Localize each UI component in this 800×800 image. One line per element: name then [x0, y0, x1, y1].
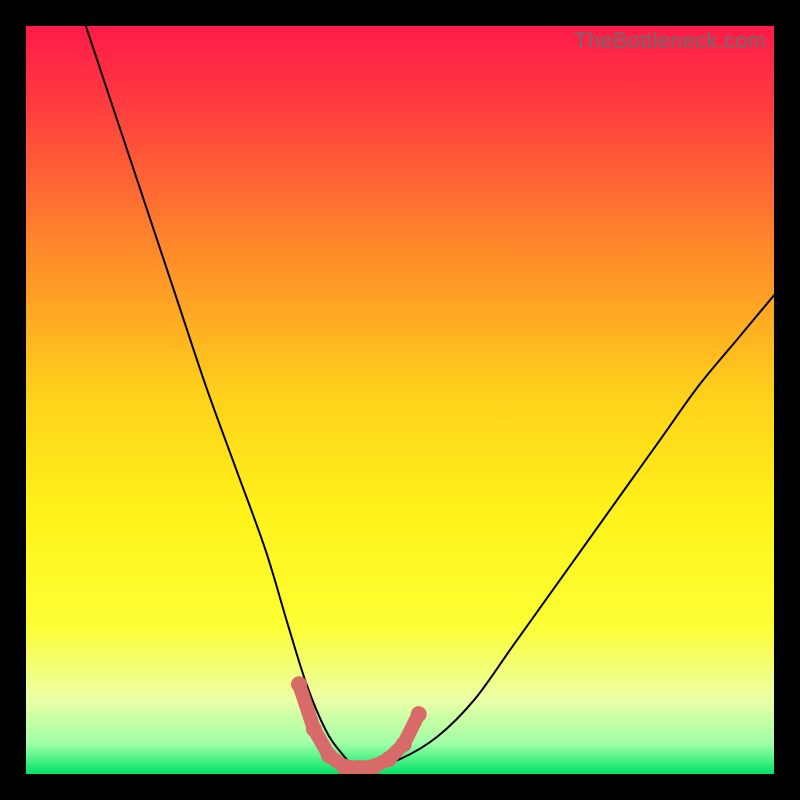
bottleneck-curve-svg — [26, 26, 774, 774]
bottleneck-curve — [86, 26, 774, 768]
valley-highlight-dot — [381, 751, 397, 767]
watermark-text: TheBottleneck.com — [574, 28, 766, 54]
valley-highlight-dot — [396, 736, 412, 752]
valley-highlight-dot — [291, 676, 307, 692]
valley-highlight-dot — [321, 747, 337, 763]
valley-highlight — [291, 676, 427, 774]
valley-highlight-dot — [411, 706, 427, 722]
valley-highlight-dot — [366, 759, 382, 774]
valley-highlight-dot — [306, 721, 322, 737]
valley-highlight-dot — [336, 759, 352, 774]
chart-frame: TheBottleneck.com — [0, 0, 800, 800]
plot-area — [26, 26, 774, 774]
